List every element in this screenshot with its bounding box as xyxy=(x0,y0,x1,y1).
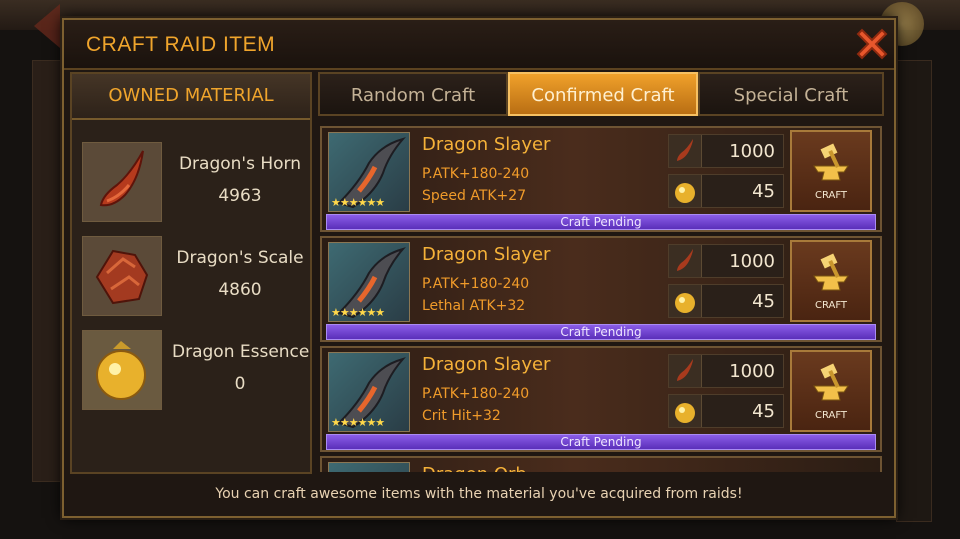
requirement-value: 45 xyxy=(752,181,775,202)
craft-label: CRAFT xyxy=(814,410,848,421)
essence-requirement: 45 xyxy=(668,394,784,428)
material-count: 4963 xyxy=(218,186,262,206)
dragon-scale-icon xyxy=(82,236,162,316)
dragon-slayer-icon: ★★★★★★ xyxy=(328,242,410,322)
essence-requirement: 45 xyxy=(668,284,784,318)
craft-raid-item-dialog: CRAFT RAID ITEM OWNED MATERIAL Dragon's … xyxy=(62,18,896,518)
owned-material-header: OWNED MATERIAL xyxy=(72,74,310,120)
star-rating: ★★★★★★ xyxy=(331,306,385,319)
anvil-hammer-icon xyxy=(813,363,849,401)
horn-requirement: 1000 xyxy=(668,134,784,168)
item-stat: Crit Hit+32 xyxy=(422,408,501,424)
close-icon xyxy=(856,28,888,60)
requirement-value: 1000 xyxy=(729,361,775,382)
material-item: Dragon Essence 0 xyxy=(82,330,310,410)
craft-status-bar: Craft Pending xyxy=(326,214,876,230)
recipe-row: ★★★★★★ Dragon Slayer P.ATK+180-240 Crit … xyxy=(320,346,882,452)
item-name: Dragon Orb xyxy=(422,464,527,472)
item-stat: P.ATK+180-240 xyxy=(422,386,530,402)
dragon-orb-icon xyxy=(328,462,410,472)
dialog-title: CRAFT RAID ITEM xyxy=(86,33,276,56)
craft-status-bar: Craft Pending xyxy=(326,434,876,450)
dragon-horn-icon xyxy=(669,245,702,277)
recipe-row: ★★★★★★ Dragon Slayer P.ATK+180-240 Speed… xyxy=(320,126,882,232)
material-name: Dragon's Scale xyxy=(176,248,304,268)
tab-random-craft[interactable]: Random Craft xyxy=(318,72,508,116)
craft-label: CRAFT xyxy=(814,300,848,311)
craft-button[interactable]: CRAFT xyxy=(790,350,872,432)
requirement-value: 45 xyxy=(752,401,775,422)
material-item: Dragon's Scale 4860 xyxy=(82,236,306,316)
dragon-slayer-icon: ★★★★★★ xyxy=(328,352,410,432)
craft-button[interactable]: CRAFT xyxy=(790,130,872,212)
owned-material-panel: OWNED MATERIAL Dragon's Horn 4963 Dragon… xyxy=(70,72,312,474)
dragon-horn-icon xyxy=(82,142,162,222)
recipe-row: Dragon Orb xyxy=(320,456,882,472)
anvil-hammer-icon xyxy=(813,143,849,181)
craft-tabs: Random Craft Confirmed Craft Special Cra… xyxy=(318,72,888,116)
dragon-essence-icon xyxy=(82,330,162,410)
material-count: 4860 xyxy=(218,280,262,300)
item-stat: P.ATK+180-240 xyxy=(422,276,530,292)
dragon-horn-icon xyxy=(669,355,702,387)
item-stat: Lethal ATK+32 xyxy=(422,298,526,314)
recipe-list[interactable]: ★★★★★★ Dragon Slayer P.ATK+180-240 Speed… xyxy=(320,120,886,472)
item-name: Dragon Slayer xyxy=(422,354,551,375)
requirement-value: 1000 xyxy=(729,251,775,272)
recipe-row: ★★★★★★ Dragon Slayer P.ATK+180-240 Letha… xyxy=(320,236,882,342)
star-rating: ★★★★★★ xyxy=(331,196,385,209)
material-name: Dragon's Horn xyxy=(178,154,302,174)
material-name: Dragon Essence xyxy=(172,342,310,362)
craft-status-bar: Craft Pending xyxy=(326,324,876,340)
star-rating: ★★★★★★ xyxy=(331,416,385,429)
horn-requirement: 1000 xyxy=(668,354,784,388)
item-stat: Speed ATK+27 xyxy=(422,188,527,204)
item-name: Dragon Slayer xyxy=(422,134,551,155)
dragon-horn-icon xyxy=(669,135,702,167)
dialog-titlebar: CRAFT RAID ITEM xyxy=(64,20,894,70)
material-item: Dragon's Horn 4963 xyxy=(82,142,306,222)
requirement-value: 45 xyxy=(752,291,775,312)
footer-hint: You can craft awesome items with the mat… xyxy=(215,486,743,502)
item-name: Dragon Slayer xyxy=(422,244,551,265)
craft-button[interactable]: CRAFT xyxy=(790,240,872,322)
dragon-essence-icon xyxy=(669,175,702,207)
tab-confirmed-craft[interactable]: Confirmed Craft xyxy=(508,72,698,116)
anvil-hammer-icon xyxy=(813,253,849,291)
dragon-slayer-icon: ★★★★★★ xyxy=(328,132,410,212)
back-arrow-icon xyxy=(34,4,60,48)
item-stat: P.ATK+180-240 xyxy=(422,166,530,182)
requirement-value: 1000 xyxy=(729,141,775,162)
horn-requirement: 1000 xyxy=(668,244,784,278)
dragon-essence-icon xyxy=(669,285,702,317)
craft-label: CRAFT xyxy=(814,190,848,201)
background-right-panel xyxy=(896,60,932,522)
dragon-essence-icon xyxy=(669,395,702,427)
essence-requirement: 45 xyxy=(668,174,784,208)
tab-special-craft[interactable]: Special Craft xyxy=(698,72,884,116)
close-button[interactable] xyxy=(852,24,892,64)
material-count: 0 xyxy=(234,374,246,394)
